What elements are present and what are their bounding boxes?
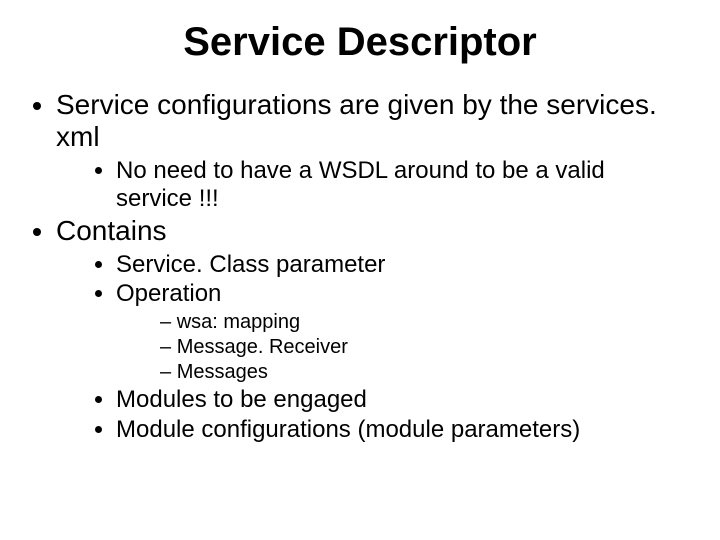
bullet-item: Contains Service. Class parameter Operat… <box>56 215 680 444</box>
bullet-item: wsa: mapping <box>160 310 680 334</box>
bullet-text: Operation <box>116 280 221 307</box>
bullet-list-level-2: No need to have a WSDL around to be a va… <box>116 157 680 212</box>
bullet-text: Message. Receiver <box>177 336 348 358</box>
bullet-text: Service configurations are given by the … <box>56 89 657 152</box>
bullet-item: Operation wsa: mapping Message. Receiver… <box>116 280 680 384</box>
bullet-text: No need to have a WSDL around to be a va… <box>116 157 605 212</box>
bullet-item: Message. Receiver <box>160 335 680 359</box>
bullet-item: Service configurations are given by the … <box>56 89 680 213</box>
bullet-text: wsa: mapping <box>177 311 300 333</box>
bullet-list-level-2: Service. Class parameter Operation wsa: … <box>116 251 680 443</box>
bullet-list-level-1: Service configurations are given by the … <box>56 89 680 443</box>
bullet-item: Messages <box>160 360 680 384</box>
bullet-text: Module configurations (module parameters… <box>116 416 580 443</box>
slide: Service Descriptor Service configuration… <box>0 0 720 540</box>
bullet-item: No need to have a WSDL around to be a va… <box>116 157 680 212</box>
bullet-text: Modules to be engaged <box>116 386 367 413</box>
bullet-text: Contains <box>56 215 167 246</box>
bullet-text: Service. Class parameter <box>116 251 385 278</box>
bullet-item: Module configurations (module parameters… <box>116 416 680 444</box>
bullet-item: Service. Class parameter <box>116 251 680 279</box>
slide-title: Service Descriptor <box>0 20 720 65</box>
bullet-list-level-3: wsa: mapping Message. Receiver Messages <box>160 310 680 384</box>
bullet-item: Modules to be engaged <box>116 386 680 414</box>
bullet-text: Messages <box>177 361 268 383</box>
